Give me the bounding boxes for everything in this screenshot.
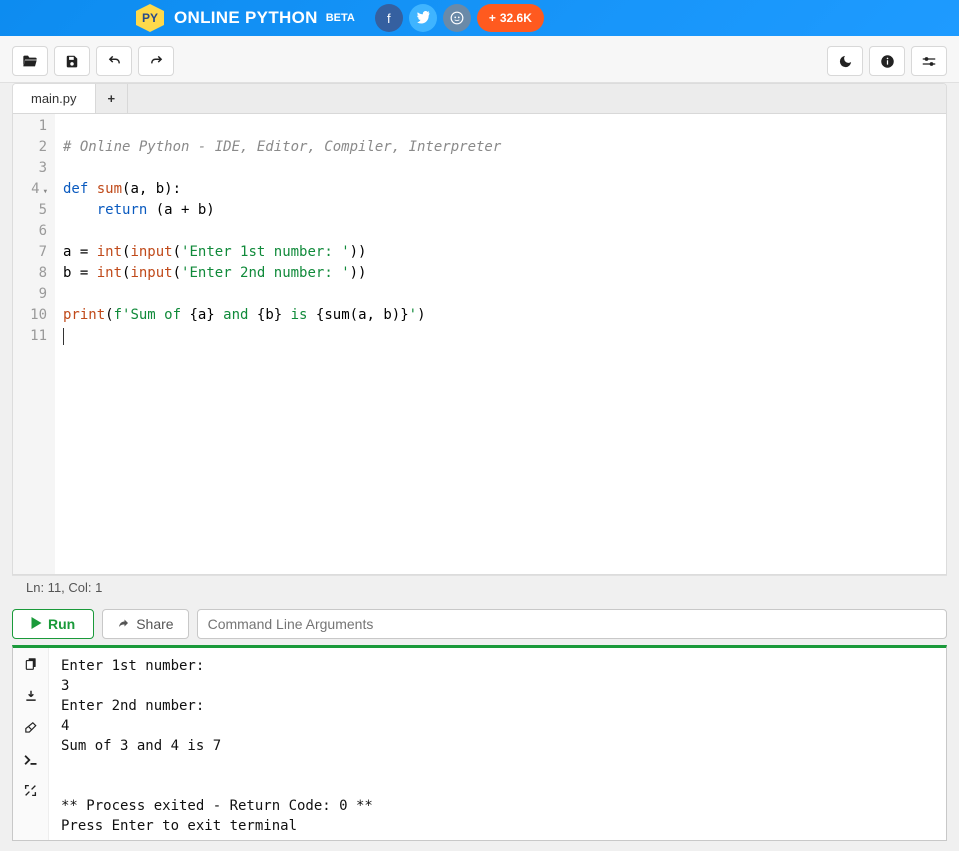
- share-button[interactable]: Share: [102, 609, 188, 639]
- line-number: 4: [13, 179, 47, 200]
- line-number: 6: [13, 221, 47, 242]
- code-line[interactable]: [63, 158, 938, 179]
- file-tabs: main.py +: [13, 84, 946, 114]
- plus-icon: +: [489, 11, 496, 25]
- file-tab[interactable]: main.py: [13, 84, 96, 113]
- fullscreen-icon[interactable]: [24, 784, 37, 801]
- terminal-sidebar: [13, 648, 49, 840]
- app-header: PY ONLINE PYTHON BETA f + 32.6K: [0, 0, 959, 36]
- code-line[interactable]: def sum(a, b):: [63, 179, 938, 200]
- share-icon: [117, 616, 130, 632]
- twitter-icon[interactable]: [409, 4, 437, 32]
- run-button[interactable]: Run: [12, 609, 94, 639]
- share-label: Share: [136, 616, 173, 632]
- line-number: 7: [13, 242, 47, 263]
- save-button[interactable]: [54, 46, 90, 76]
- run-label: Run: [48, 616, 75, 632]
- editor-toolbar: [0, 36, 959, 83]
- terminal-panel: Enter 1st number: 3 Enter 2nd number: 4 …: [12, 645, 947, 841]
- cursor-position: Ln: 11, Col: 1: [26, 580, 102, 595]
- line-number: 1: [13, 116, 47, 137]
- dark-mode-button[interactable]: [827, 46, 863, 76]
- upvote-count: 32.6K: [500, 11, 532, 25]
- code-line[interactable]: return (a + b): [63, 200, 938, 221]
- beta-badge: BETA: [326, 12, 355, 24]
- line-number: 10: [13, 305, 47, 326]
- brand-title: ONLINE PYTHON: [174, 8, 318, 28]
- info-button[interactable]: [869, 46, 905, 76]
- code-line[interactable]: a = int(input('Enter 1st number: ')): [63, 242, 938, 263]
- line-number: 11: [13, 326, 47, 347]
- command-args-input[interactable]: [197, 609, 947, 639]
- code-content[interactable]: # Online Python - IDE, Editor, Compiler,…: [55, 114, 946, 574]
- editor-statusbar: Ln: 11, Col: 1: [12, 575, 947, 599]
- settings-button[interactable]: [911, 46, 947, 76]
- facebook-icon[interactable]: f: [375, 4, 403, 32]
- copy-icon[interactable]: [24, 656, 38, 675]
- code-line[interactable]: [63, 116, 938, 137]
- play-icon: [31, 616, 42, 632]
- open-file-button[interactable]: [12, 46, 48, 76]
- terminal-output[interactable]: Enter 1st number: 3 Enter 2nd number: 4 …: [49, 648, 946, 840]
- line-number: 5: [13, 200, 47, 221]
- download-icon[interactable]: [24, 689, 38, 707]
- code-line[interactable]: b = int(input('Enter 2nd number: ')): [63, 263, 938, 284]
- line-number: 2: [13, 137, 47, 158]
- run-controls: Run Share: [0, 599, 959, 645]
- line-number: 3: [13, 158, 47, 179]
- line-number-gutter: 1234567891011: [13, 114, 55, 574]
- logo-icon: PY: [136, 4, 164, 32]
- redo-button[interactable]: [138, 46, 174, 76]
- code-line[interactable]: print(f'Sum of {a} and {b} is {sum(a, b)…: [63, 305, 938, 326]
- line-number: 8: [13, 263, 47, 284]
- code-line[interactable]: [63, 284, 938, 305]
- code-line[interactable]: [63, 221, 938, 242]
- code-line[interactable]: [63, 326, 938, 347]
- undo-button[interactable]: [96, 46, 132, 76]
- line-number: 9: [13, 284, 47, 305]
- upvote-button[interactable]: + 32.6K: [477, 4, 544, 32]
- reddit-icon[interactable]: [443, 4, 471, 32]
- editor-panel: main.py + 1234567891011 # Online Python …: [12, 83, 947, 575]
- code-editor[interactable]: 1234567891011 # Online Python - IDE, Edi…: [13, 114, 946, 574]
- terminal-prompt-icon[interactable]: [23, 753, 38, 770]
- add-tab-button[interactable]: +: [96, 84, 129, 113]
- eraser-icon[interactable]: [23, 721, 38, 739]
- code-line[interactable]: # Online Python - IDE, Editor, Compiler,…: [63, 137, 938, 158]
